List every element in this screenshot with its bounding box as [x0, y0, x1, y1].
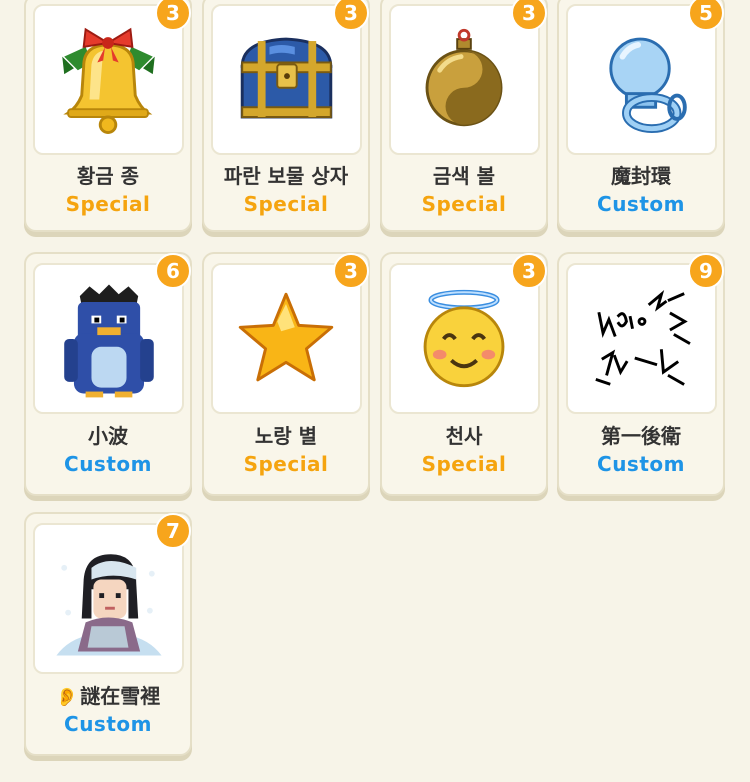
item-type: Custom [64, 712, 152, 736]
blue-treasure-chest-icon [240, 37, 333, 119]
count-badge: 3 [333, 0, 369, 31]
golden-bell-icon [62, 27, 155, 135]
item-type: Custom [597, 452, 685, 476]
item-name: 금색 볼 [432, 164, 496, 188]
item-thumbnail [389, 263, 540, 414]
angel-smiley-icon [423, 289, 505, 388]
item-type: Special [421, 192, 507, 216]
item-card[interactable]: 3 노랑 별 Special [202, 252, 370, 496]
item-name: 第一後衛 [601, 424, 681, 448]
item-card[interactable]: 7 👂 謎在雪裡 Custom [24, 512, 192, 756]
item-card[interactable]: 3 금색 볼 Special [380, 0, 548, 232]
count-badge: 9 [688, 253, 724, 289]
item-thumbnail [566, 263, 717, 414]
item-thumbnail [33, 523, 184, 674]
item-thumbnail [33, 263, 184, 414]
item-card[interactable]: 5 魔封環 Custom [557, 0, 725, 232]
item-name: 👂 謎在雪裡 [26, 680, 190, 709]
yellow-star-icon [238, 292, 334, 382]
ear-emoji: 👂 [55, 687, 79, 708]
count-badge: 3 [155, 0, 191, 31]
item-type: Special [243, 452, 329, 476]
count-badge: 6 [155, 253, 191, 289]
count-badge: 3 [511, 253, 547, 289]
scribble-drawing-icon [595, 290, 691, 386]
collection-grid: 3 황금 종 Special 3 파란 보물 상자 Special 3 금색 볼… [0, 0, 750, 782]
item-type: Custom [597, 192, 685, 216]
item-name: 파란 보물 상자 [223, 164, 349, 188]
item-type: Special [65, 192, 151, 216]
item-card[interactable]: 9 第一後衛 Custom [557, 252, 725, 496]
girl-in-snow-icon [56, 554, 162, 656]
item-card[interactable]: 3 파란 보물 상자 Special [202, 0, 370, 232]
item-card[interactable]: 3 황금 종 Special [24, 0, 192, 232]
item-name: 황금 종 [76, 164, 140, 188]
count-badge: 3 [511, 0, 547, 31]
item-type: Custom [64, 452, 152, 476]
crystal-ring-icon [609, 37, 687, 134]
item-name-text: 謎在雪裡 [80, 684, 161, 708]
count-badge: 3 [333, 253, 369, 289]
item-type: Special [421, 452, 507, 476]
item-thumbnail [211, 263, 362, 414]
item-name: 천사 [445, 424, 483, 448]
gold-ornament-ball-icon [425, 28, 503, 127]
item-name: 小波 [88, 424, 128, 448]
item-name: 魔封環 [611, 164, 671, 188]
item-card[interactable]: 3 천사 Special [380, 252, 548, 496]
item-type: Special [243, 192, 329, 216]
count-badge: 5 [688, 0, 724, 31]
item-name: 노랑 별 [254, 424, 318, 448]
count-badge: 7 [155, 513, 191, 549]
item-card[interactable]: 6 小波 Custom [24, 252, 192, 496]
blue-penguin-icon [64, 284, 154, 398]
